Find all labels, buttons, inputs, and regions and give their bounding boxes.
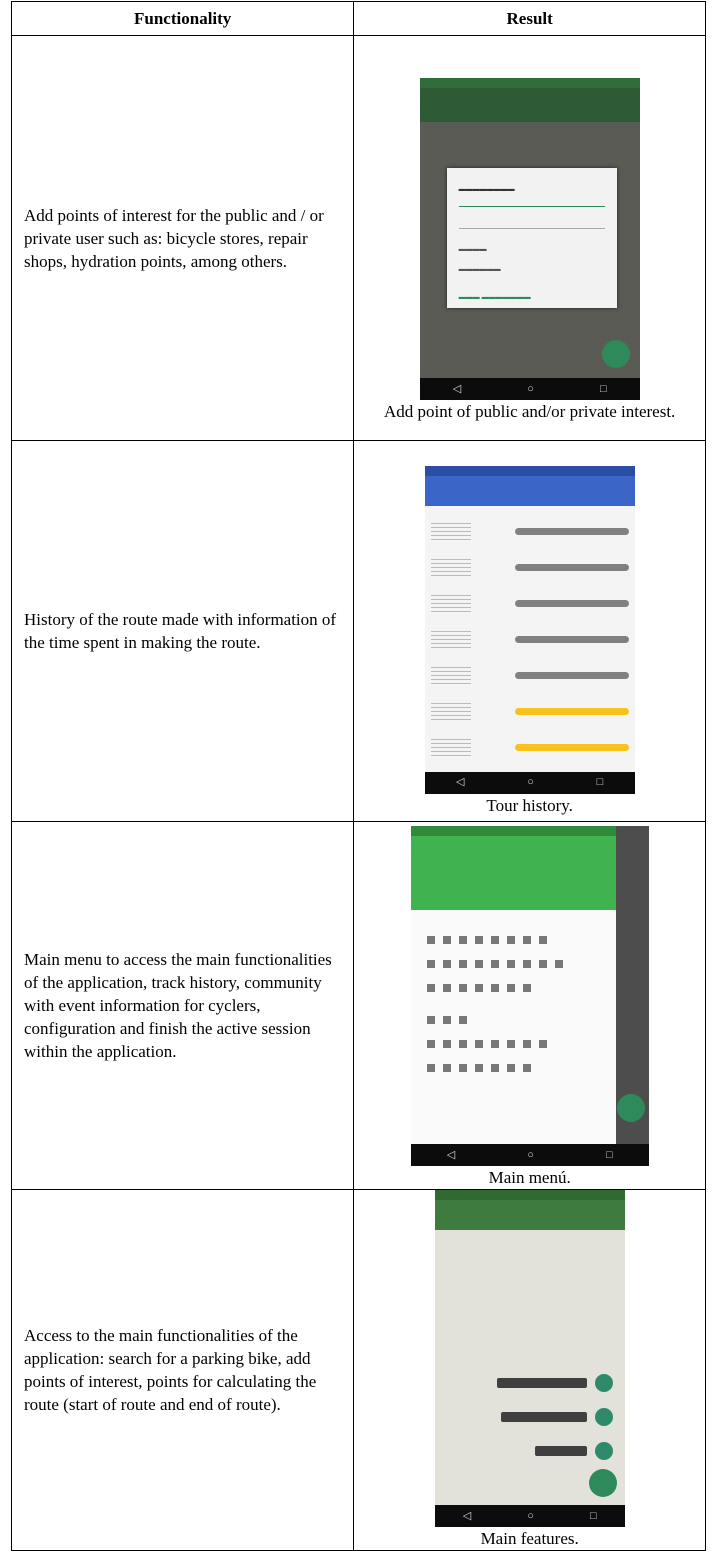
add-poi-dialog: ▬▬▬▬▬▬▬▬ ▬▬▬▬ ▬▬▬▬▬▬ ▬▬▬ ▬▬▬▬▬▬▬ [446,168,617,308]
list-item [430,732,629,768]
home-icon: ○ [527,382,534,395]
map-area [434,1230,625,1505]
row-description: Add points of interest for the public an… [10,35,355,441]
menu-section [426,1016,467,1024]
menu-item [426,1064,537,1072]
history-bar [514,563,629,571]
pin-icon [594,1408,613,1426]
row-result: ▬▬▬▬▬▬▬▬ ▬▬▬▬ ▬▬▬▬▬▬ ▬▬▬ ▬▬▬▬▬▬▬ ◁ ○ □ A… [353,35,706,441]
table-row: Access to the main functionalities of th… [10,1189,706,1551]
status-bar [424,465,635,476]
back-icon: ◁ [456,776,465,788]
app-bar [424,475,635,506]
menu-item [426,1040,547,1048]
history-bar [514,707,629,715]
screenshot-add-poi: ▬▬▬▬▬▬▬▬ ▬▬▬▬ ▬▬▬▬▬▬ ▬▬▬ ▬▬▬▬▬▬▬ ◁ ○ □ [419,78,640,400]
screenshot-tour-history: ◁ ○ □ [424,465,635,794]
add-poi-label [500,1412,587,1422]
figure-caption: Main menú. [488,1168,571,1187]
row-description: Main menu to access the main functionali… [10,821,355,1190]
home-icon: ○ [527,1148,534,1161]
header-result: Result [353,1,706,36]
header-functionality: Functionality [10,1,355,36]
add-fab-icon [601,340,630,368]
list-item [430,696,629,732]
back-icon: ◁ [446,1148,456,1161]
list-item [430,588,629,624]
menu-item [426,936,547,944]
table-row: Main menu to access the main functionali… [10,821,706,1190]
search-icon [594,1374,613,1392]
menu-item [426,960,567,968]
table-row: History of the route made with informati… [10,440,706,822]
screenshot-main-menu: ◁ ○ □ [410,826,649,1166]
history-bar [514,527,629,535]
table-header-row: Functionality Result [10,1,706,36]
add-fab-icon [616,1094,645,1122]
add-fab-icon [588,1469,617,1497]
status-bar [410,826,649,836]
figure-caption: Tour history. [486,795,573,815]
history-bar [514,743,629,751]
history-bar [514,635,629,643]
row-result: ◁ ○ □ Tour history. [353,440,706,822]
history-bar [514,671,629,679]
history-bar [514,599,629,607]
home-icon: ○ [527,1509,534,1522]
home-icon: ○ [527,776,534,788]
list-item [430,660,629,696]
row-result: ◁ ○ □ Main menú. [353,821,706,1190]
bike-icon [594,1442,613,1460]
list-item [430,624,629,660]
functionality-table: Functionality Result Add points of inter… [10,1,706,1551]
screenshot-main-features: ◁ ○ □ [434,1190,625,1527]
row-result: ◁ ○ □ Main features. [353,1189,706,1551]
table-row: Add points of interest for the public an… [10,35,706,441]
list-item [430,516,629,552]
search-parking-label [496,1378,587,1388]
drawer-header [410,836,616,910]
android-nav-bar: ◁ ○ □ [419,378,640,400]
status-bar [434,1190,625,1200]
android-nav-bar: ◁ ○ □ [424,771,635,794]
app-bar [419,88,640,122]
back-icon: ◁ [462,1509,472,1522]
android-nav-bar: ◁ ○ □ [410,1144,649,1166]
back-icon: ◁ [452,382,462,395]
row-description: Access to the main functionalities of th… [10,1189,355,1551]
menu-item [426,984,537,992]
app-bar [434,1200,625,1230]
status-bar [419,78,640,88]
recents-icon: □ [605,1148,613,1161]
recents-icon: □ [589,1509,597,1522]
android-nav-bar: ◁ ○ □ [434,1505,625,1527]
figure-caption: Main features. [480,1529,579,1548]
row-description: History of the route made with informati… [10,440,355,822]
start-route-label [534,1446,587,1456]
figure-caption: Add point of public and/or private inter… [384,402,676,421]
recents-icon: □ [599,382,607,395]
recents-icon: □ [596,776,604,788]
list-item [430,552,629,588]
